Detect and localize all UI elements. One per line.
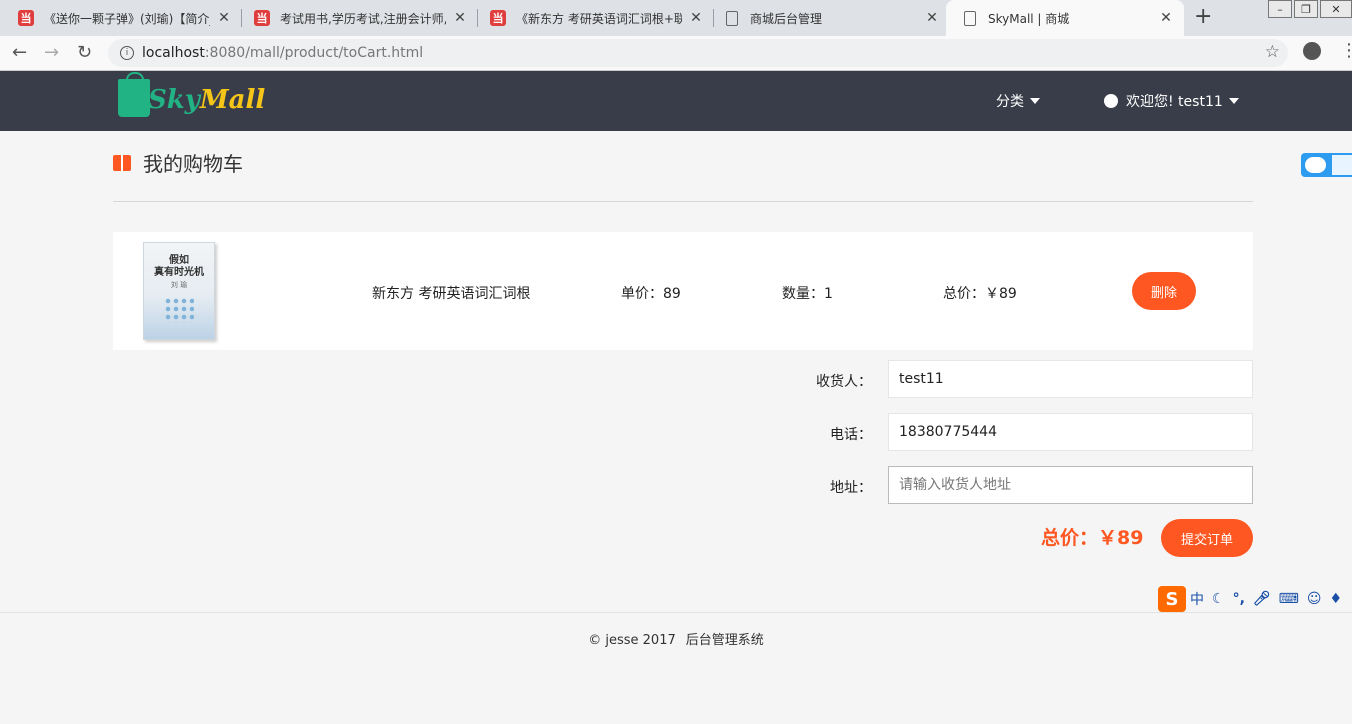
product-image[interactable]: 假如 真有时光机 刘 瑜 [143, 242, 215, 340]
menu-kebab-icon[interactable]: ⋮ [1340, 40, 1352, 61]
close-icon[interactable]: ✕ [1158, 10, 1174, 26]
category-menu[interactable]: 分类 [996, 91, 1040, 111]
cart-item-row: 假如 真有时光机 刘 瑜 新东方 考研英语词汇词根 单价：89 数量：1 总价：… [113, 232, 1253, 350]
footer: © jesse 2017 后台管理系统 [588, 633, 764, 648]
close-icon[interactable]: ✕ [924, 10, 940, 26]
address-input[interactable] [888, 466, 1253, 504]
caret-down-icon [1030, 98, 1040, 104]
address-label: 地址： [830, 480, 872, 496]
cloud-icon [1305, 157, 1327, 173]
info-icon[interactable]: i [120, 46, 134, 60]
admin-link[interactable]: 后台管理系统 [686, 633, 764, 648]
order-total: 总价：￥89 [1041, 527, 1144, 549]
browser-tab-active[interactable]: SkyMall | 商城 ✕ [946, 0, 1184, 36]
address-bar: ← → ↻ i localhost:8080/mall/product/toCa… [0, 36, 1352, 71]
dangdang-favicon-icon: 当 [18, 10, 34, 26]
back-icon[interactable]: ← [12, 42, 27, 63]
skymall-logo[interactable]: SkyMall [118, 72, 265, 117]
page-title: 我的购物车 [113, 148, 243, 177]
sogou-logo-icon[interactable]: S [1158, 586, 1186, 612]
receiver-label: 收货人： [816, 374, 872, 390]
divider [113, 201, 1253, 202]
minimize-icon[interactable]: – [1268, 0, 1292, 18]
microphone-icon[interactable]: 🎤︎ [1253, 591, 1271, 607]
skin-icon[interactable]: ♦ [1330, 591, 1343, 607]
user-menu[interactable]: 欢迎您! test11 [1104, 91, 1239, 111]
dangdang-favicon-icon: 当 [254, 10, 270, 26]
shopping-bag-icon [118, 72, 150, 117]
user-circle-icon [1104, 94, 1118, 108]
browser-tab[interactable]: 商城后台管理 ✕ [708, 0, 950, 36]
phone-input[interactable] [888, 413, 1253, 451]
gift-icon [113, 154, 131, 171]
ime-toolbar: S 中 ☾ °, 🎤︎ ⌨ ☺ ♦ [1158, 586, 1342, 612]
window-close-icon[interactable]: ✕ [1320, 0, 1352, 18]
close-icon[interactable]: ✕ [688, 10, 704, 26]
footer-divider [0, 612, 1352, 613]
browser-tab[interactable]: 当 《新东方 考研英语词汇词根+联 ✕ [472, 0, 714, 36]
punctuation-icon[interactable]: °, [1233, 591, 1245, 607]
bookmark-star-icon[interactable]: ☆ [1265, 42, 1280, 62]
cloud-share-widget[interactable] [1301, 153, 1352, 177]
restore-icon[interactable]: ❐ [1294, 0, 1318, 18]
browser-tab[interactable]: 当 考试用书,学历考试,注册会计师, ✕ [236, 0, 478, 36]
ime-mode[interactable]: 中 [1190, 589, 1204, 609]
reload-icon[interactable]: ↻ [77, 42, 92, 63]
document-favicon-icon [964, 10, 976, 26]
moon-icon[interactable]: ☾ [1212, 591, 1225, 607]
quantity: 数量：1 [782, 286, 833, 302]
user-icon[interactable]: ☺ [1307, 591, 1322, 607]
new-tab-icon[interactable]: + [1194, 4, 1212, 29]
phone-label: 电话： [830, 427, 872, 443]
receiver-input[interactable] [888, 360, 1253, 398]
browser-tab[interactable]: 当 《送你一颗子弹》(刘瑜)【简介_ ✕ [0, 0, 242, 36]
browser-tab-bar: 当 《送你一颗子弹》(刘瑜)【简介_ ✕ 当 考试用书,学历考试,注册会计师, … [0, 0, 1352, 36]
caret-down-icon [1228, 98, 1239, 104]
delete-button[interactable]: 删除 [1132, 272, 1196, 310]
close-icon[interactable]: ✕ [452, 10, 468, 26]
keyboard-icon[interactable]: ⌨ [1279, 591, 1299, 607]
close-icon[interactable]: ✕ [216, 10, 232, 26]
product-name[interactable]: 新东方 考研英语词汇词根 [372, 283, 530, 303]
site-header: SkyMall 分类 欢迎您! test11 [0, 71, 1352, 131]
submit-order-button[interactable]: 提交订单 [1161, 519, 1253, 557]
window-controls: – ❐ ✕ [1266, 0, 1352, 18]
dangdang-favicon-icon: 当 [490, 10, 506, 26]
forward-icon[interactable]: → [44, 42, 59, 63]
account-icon[interactable] [1303, 42, 1321, 60]
unit-price: 单价：89 [621, 286, 681, 302]
item-subtotal: 总价：￥89 [943, 286, 1017, 302]
url-input[interactable]: i localhost:8080/mall/product/toCart.htm… [108, 39, 1288, 67]
document-favicon-icon [726, 10, 738, 26]
